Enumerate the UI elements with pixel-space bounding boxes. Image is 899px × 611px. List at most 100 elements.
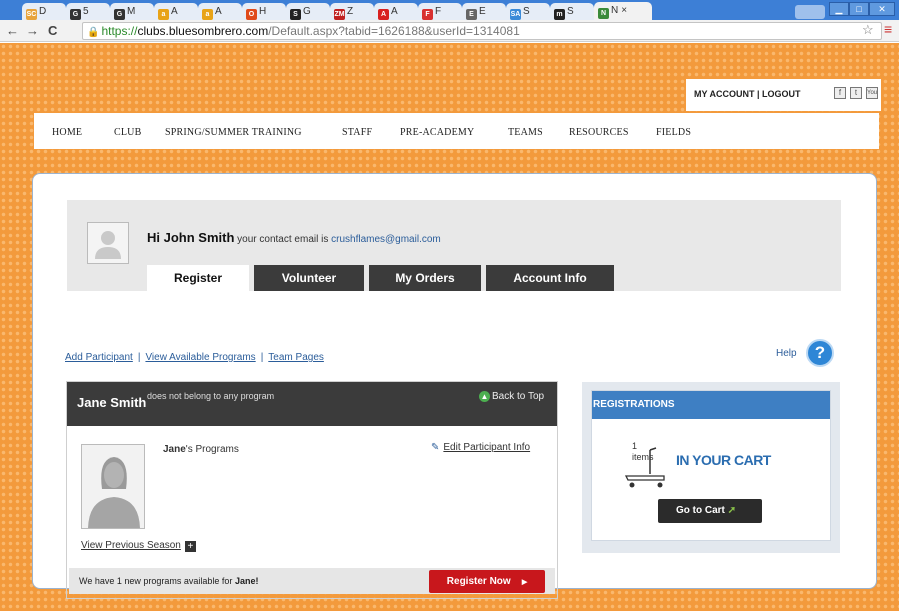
tab-title: A bbox=[391, 6, 398, 17]
bookmark-star-icon[interactable]: ☆ bbox=[862, 22, 874, 38]
tab-favicon-icon: SA bbox=[510, 9, 521, 20]
tab-favicon-icon: ZM bbox=[334, 9, 345, 20]
greeting-name: Hi John Smith bbox=[147, 230, 235, 245]
tab-title: N bbox=[611, 5, 619, 16]
link-separator: | bbox=[137, 352, 141, 363]
browser-tab[interactable]: OH bbox=[242, 3, 286, 20]
participant-avatar-icon bbox=[81, 444, 145, 529]
contact-email[interactable]: crushflames@gmail.com bbox=[331, 234, 441, 245]
close-window-icon[interactable]: ✕ bbox=[869, 2, 895, 16]
address-bar[interactable]: 🔒 https://clubs.bluesombrero.com/Default.… bbox=[82, 22, 882, 40]
tab-favicon-icon: SC bbox=[26, 9, 37, 20]
nav-pre-academy[interactable]: PRE-ACADEMY bbox=[400, 127, 474, 138]
tab-favicon-icon: N bbox=[598, 8, 609, 19]
user-avatar-icon bbox=[87, 222, 129, 264]
browser-tab[interactable]: FF bbox=[418, 3, 462, 20]
email-prefix: your contact email is bbox=[237, 234, 329, 245]
profile-tabs: Register Volunteer My Orders Account Inf… bbox=[147, 265, 619, 291]
plus-icon[interactable]: + bbox=[184, 541, 196, 552]
greeting: Hi John Smith your contact email is crus… bbox=[147, 230, 441, 245]
help-link[interactable]: Help bbox=[776, 348, 797, 359]
browser-tab[interactable]: ZM Z bbox=[330, 3, 374, 20]
minimize-icon[interactable]: ▁ bbox=[829, 2, 849, 16]
browser-tab[interactable]: aA bbox=[154, 3, 198, 20]
view-programs-link[interactable]: View Available Programs bbox=[145, 352, 255, 363]
nav-spring-summer-training[interactable]: SPRING/SUMMER TRAINING bbox=[165, 127, 302, 138]
tab-favicon-icon: G bbox=[114, 9, 125, 20]
nav-staff[interactable]: STAFF bbox=[342, 127, 372, 138]
browser-tab[interactable]: aA bbox=[198, 3, 242, 20]
participant-note: does not belong to any program bbox=[147, 391, 275, 401]
view-previous-season-link[interactable]: View Previous Season + bbox=[81, 540, 196, 552]
browser-tab[interactable]: AA bbox=[374, 3, 418, 20]
participant-links: Add Participant | View Available Programs |… bbox=[65, 352, 324, 363]
tab-favicon-icon: G bbox=[70, 9, 81, 20]
nav-club[interactable]: CLUB bbox=[114, 127, 141, 138]
account-bar: MY ACCOUNT | LOGOUT f t You bbox=[686, 79, 881, 111]
cart-count: 1 items bbox=[632, 441, 654, 463]
cart-count-value: 1 bbox=[632, 441, 638, 451]
tab-favicon-icon: A bbox=[378, 9, 389, 20]
maximize-icon[interactable]: □ bbox=[849, 2, 869, 16]
browser-tab[interactable]: G5 bbox=[66, 3, 110, 20]
go-to-cart-label: Go to Cart bbox=[676, 505, 725, 516]
tab-title: 5 bbox=[83, 6, 89, 17]
cart-items-label: items bbox=[632, 452, 654, 462]
facebook-icon[interactable]: f bbox=[834, 87, 846, 99]
reload-icon[interactable]: C bbox=[48, 23, 57, 38]
tab-register[interactable]: Register bbox=[147, 265, 249, 291]
cart-arrow-icon: ➚ bbox=[727, 505, 737, 516]
tab-close-icon[interactable]: × bbox=[621, 5, 627, 16]
browser-tab[interactable]: SA S bbox=[506, 3, 550, 20]
tab-favicon-icon: m bbox=[554, 9, 565, 20]
pencil-icon: ✎ bbox=[431, 442, 440, 453]
team-pages-link[interactable]: Team Pages bbox=[268, 352, 324, 363]
nav-home[interactable]: HOME bbox=[52, 127, 82, 138]
help-icon[interactable]: ? bbox=[806, 339, 834, 367]
edit-participant-label: Edit Participant Info bbox=[443, 442, 531, 453]
nav-resources[interactable]: RESOURCES bbox=[569, 127, 629, 138]
registrations-box: REGISTRATIONS 1 items IN YOUR CART Go to … bbox=[582, 382, 840, 553]
twitter-icon[interactable]: t bbox=[850, 87, 862, 99]
browser-tab[interactable]: EE bbox=[462, 3, 506, 20]
registrations-inner: REGISTRATIONS 1 items IN YOUR CART Go to … bbox=[591, 390, 831, 541]
browser-tab[interactable]: SC D bbox=[22, 3, 66, 20]
available-programs-bar: We have 1 new programs available for Jan… bbox=[69, 568, 555, 594]
forward-arrow-icon[interactable]: → bbox=[26, 23, 39, 38]
nav-fields[interactable]: FIELDS bbox=[656, 127, 691, 138]
participant-header: Jane Smith does not belong to any progra… bbox=[67, 382, 557, 426]
add-participant-link[interactable]: Add Participant bbox=[65, 352, 133, 363]
browser-tab[interactable]: mS bbox=[550, 3, 594, 20]
tab-volunteer[interactable]: Volunteer bbox=[254, 265, 364, 291]
tab-account-info[interactable]: Account Info bbox=[486, 265, 614, 291]
tab-title: A bbox=[171, 6, 178, 17]
go-to-cart-button[interactable]: Go to Cart ➚ bbox=[658, 499, 762, 523]
youtube-icon[interactable]: You bbox=[866, 87, 878, 99]
window-controls: ▁ □ ✕ bbox=[829, 2, 895, 16]
tab-title: D bbox=[39, 6, 47, 17]
account-links[interactable]: MY ACCOUNT | LOGOUT bbox=[694, 89, 801, 99]
back-arrow-icon[interactable]: ← bbox=[6, 23, 19, 38]
in-your-cart-text: IN YOUR CART bbox=[676, 452, 771, 468]
profile-header: Hi John Smith your contact email is crus… bbox=[67, 200, 841, 291]
tab-title: H bbox=[259, 6, 267, 17]
nav-teams[interactable]: TEAMS bbox=[508, 127, 543, 138]
lock-icon: 🔒 bbox=[87, 27, 100, 38]
tab-favicon-icon: S bbox=[290, 9, 301, 20]
tab-favicon-icon: E bbox=[466, 9, 477, 20]
browser-tab[interactable]: N N × bbox=[594, 2, 652, 20]
browser-menu-icon[interactable]: ≡ bbox=[884, 21, 892, 37]
back-to-top-link[interactable]: ▲ Back to Top bbox=[479, 391, 544, 402]
tab-favicon-icon: a bbox=[202, 9, 213, 20]
tab-title: M bbox=[127, 6, 136, 17]
browser-tab[interactable]: SG bbox=[286, 3, 330, 20]
tab-my-orders[interactable]: My Orders bbox=[369, 265, 481, 291]
play-arrow-icon: ▶ bbox=[521, 579, 528, 586]
content-panel: Hi John Smith your contact email is crus… bbox=[32, 173, 877, 599]
new-tab-button[interactable] bbox=[795, 5, 825, 19]
register-now-button[interactable]: Register Now ▶ bbox=[429, 570, 545, 593]
edit-participant-link[interactable]: ✎ Edit Participant Info bbox=[431, 442, 530, 453]
programs-name: Jane bbox=[163, 444, 186, 455]
tab-favicon-icon: F bbox=[422, 9, 433, 20]
browser-tab[interactable]: GM bbox=[110, 3, 154, 20]
